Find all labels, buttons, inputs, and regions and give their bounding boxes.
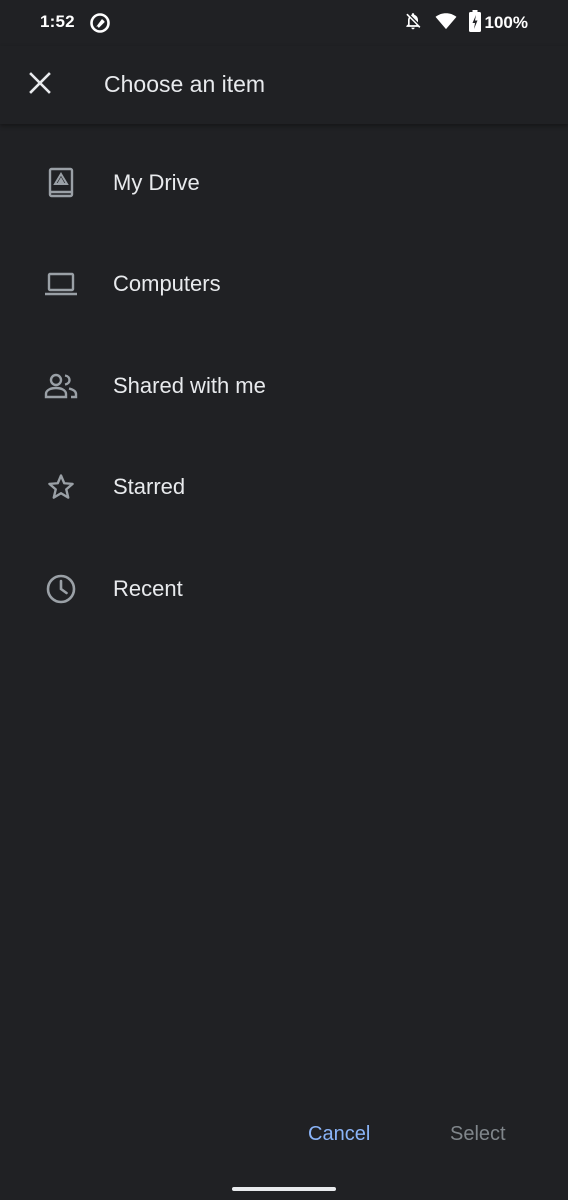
list-item-recent[interactable]: Recent <box>0 538 568 640</box>
dialog-actions: Cancel Select <box>0 1105 568 1165</box>
close-button[interactable] <box>20 65 60 105</box>
people-icon <box>43 368 79 404</box>
home-indicator[interactable] <box>232 1187 336 1191</box>
list-item-shared-with-me[interactable]: Shared with me <box>0 335 568 437</box>
location-list: My Drive Computers Shared with me Starre… <box>0 132 568 640</box>
list-item-label: Starred <box>113 474 186 500</box>
battery-percentage: 100% <box>484 13 528 32</box>
list-item-label: Computers <box>113 271 221 297</box>
wifi-icon <box>435 11 457 36</box>
cancel-button[interactable]: Cancel <box>300 1119 378 1150</box>
assistant-icon <box>89 12 111 34</box>
clock-icon <box>43 571 79 607</box>
list-item-my-drive[interactable]: My Drive <box>0 132 568 234</box>
notifications-off-icon <box>403 11 423 36</box>
status-bar: 1:52 100% <box>0 0 568 46</box>
drive-icon <box>43 165 79 201</box>
app-bar: Choose an item <box>0 46 568 124</box>
laptop-icon <box>43 266 79 302</box>
battery-charging-icon <box>468 9 481 37</box>
page-title: Choose an item <box>104 71 266 97</box>
list-item-computers[interactable]: Computers <box>0 234 568 336</box>
star-icon <box>43 469 79 505</box>
list-item-label: Shared with me <box>113 372 266 398</box>
list-item-label: My Drive <box>113 169 200 195</box>
select-button[interactable]: Select <box>442 1119 514 1150</box>
list-item-label: Recent <box>113 575 183 601</box>
status-time: 1:52 <box>40 12 75 31</box>
list-item-starred[interactable]: Starred <box>0 437 568 539</box>
status-icons: 100% <box>403 9 528 37</box>
close-icon <box>28 71 52 100</box>
